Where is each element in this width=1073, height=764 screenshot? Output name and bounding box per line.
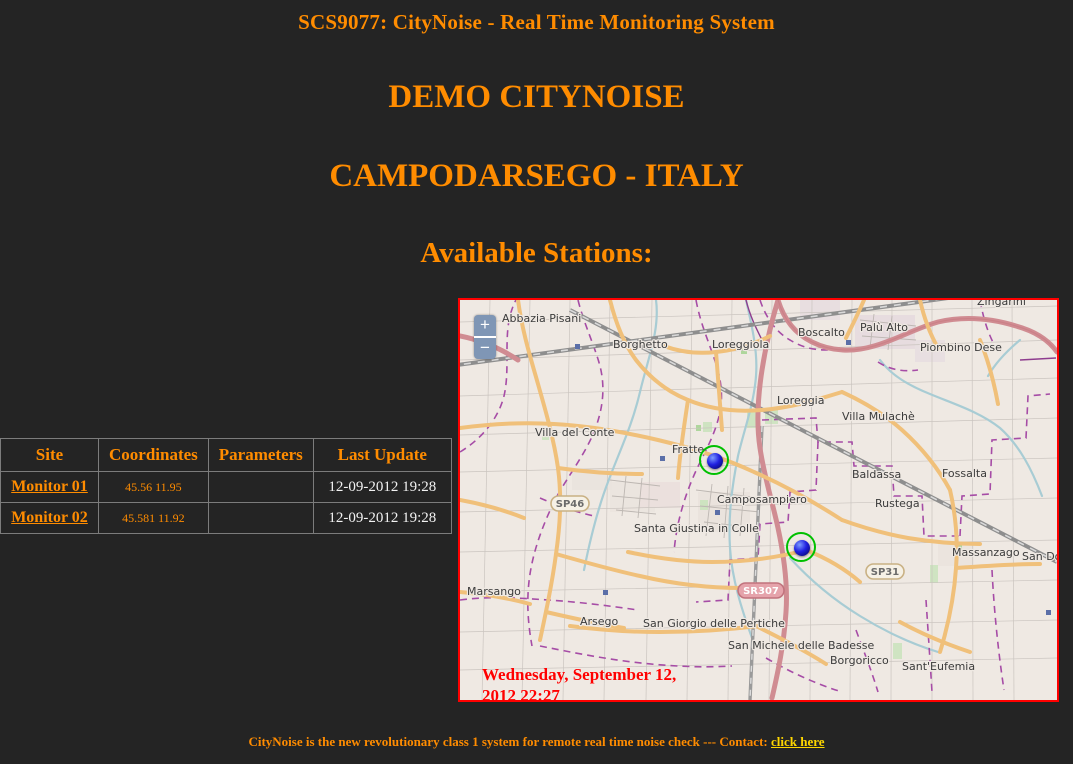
map-marker-monitor-02[interactable] [786, 532, 820, 566]
map-container[interactable]: Abbazia Pisani Borghetto Loreggiola Boscalt… [458, 298, 1059, 702]
map-date-overlay: Wednesday, September 12, 2012 22:27 [482, 665, 677, 702]
footer-text: CityNoise is the new revolutionary class… [248, 734, 768, 749]
station-link-monitor-01[interactable]: Monitor 01 [11, 478, 88, 495]
map-place-label: Zingarini [977, 300, 1026, 308]
map-road-shield-label: SR307 [743, 586, 779, 597]
table-row: Monitor 01 45.56 11.95 12-09-2012 19:28 [0, 471, 452, 503]
map-place-label: Piombino Dese [920, 341, 1002, 354]
map-road-shield: SP31 [865, 563, 905, 580]
map-place-label: Baldassa [852, 468, 901, 481]
map-road-shield: SR307 [737, 582, 785, 599]
map-place-label: Sant'Eufemia [902, 660, 975, 673]
map-road-shield: SP46 [550, 495, 590, 512]
last-update-cell: 12-09-2012 19:28 [312, 502, 452, 534]
map-road-shield-label: SP46 [556, 499, 584, 510]
heading-available-stations: Available Stations: [420, 237, 653, 269]
map-place-label: Loreggia [777, 394, 824, 407]
map-place-label: Villa del Conte [535, 426, 615, 439]
site-cell: Monitor 01 [0, 471, 99, 503]
map-place-label: Palù Alto [860, 321, 908, 334]
table-header-row: Site Coordinates Parameters Last Update [0, 438, 452, 472]
zoom-out-button[interactable]: − [474, 338, 496, 359]
column-header-last-update: Last Update [312, 438, 452, 472]
station-link-monitor-02[interactable]: Monitor 02 [11, 509, 88, 526]
map-place-label: Borgoricco [830, 654, 889, 667]
map-place-label: Massanzago [952, 546, 1020, 559]
map-place-label: Rustega [875, 497, 920, 510]
marker-pin-icon [707, 453, 723, 469]
map-zoom-control[interactable]: + − [474, 315, 496, 359]
footer: CityNoise is the new revolutionary class… [0, 734, 1073, 750]
last-update-cell: 12-09-2012 19:28 [312, 471, 452, 503]
stations-table: Site Coordinates Parameters Last Update … [0, 438, 452, 534]
heading-demo: DEMO CITYNOISE [388, 79, 685, 115]
map-place-label: San Dono [1022, 550, 1057, 563]
coordinates-cell: 45.56 11.95 [98, 471, 209, 503]
map-place-label: Santa Giustina in Colle [634, 522, 759, 535]
map-place-label: Boscalto [798, 326, 845, 339]
contact-link[interactable]: click here [771, 734, 825, 749]
map-place-label: Villa Mulachè [842, 410, 915, 423]
marker-pin-icon [794, 540, 810, 556]
map-marker-monitor-01[interactable] [699, 445, 733, 479]
map-place-label: Borghetto [613, 338, 668, 351]
coordinates-cell: 45.581 11.92 [98, 502, 209, 534]
site-cell: Monitor 02 [0, 502, 99, 534]
zoom-in-button[interactable]: + [474, 315, 496, 338]
map-place-label: San Michele delle Badesse [728, 639, 874, 652]
parameters-cell [207, 502, 314, 534]
map-place-label: Marsango [467, 585, 521, 598]
map-road-shield-label: SP31 [871, 567, 899, 578]
map-place-label: Fossalta [942, 467, 987, 480]
map-tiles[interactable]: Abbazia Pisani Borghetto Loreggiola Boscalt… [460, 300, 1057, 700]
heading-location: CAMPODARSEGO - ITALY [329, 158, 744, 194]
map-place-label: San Giorgio delle Pertiche [643, 617, 785, 630]
table-row: Monitor 02 45.581 11.92 12-09-2012 19:28 [0, 502, 452, 534]
column-header-site: Site [0, 438, 99, 472]
page-title: SCS9077: CityNoise - Real Time Monitorin… [298, 10, 775, 34]
map-place-label: Abbazia Pisani [502, 312, 581, 325]
parameters-cell [207, 471, 314, 503]
map-place-label: Camposampiero [717, 493, 807, 506]
column-header-coordinates: Coordinates [98, 438, 209, 472]
map-place-label: Arsego [580, 615, 619, 628]
map-place-label: Loreggiola [712, 338, 769, 351]
column-header-parameters: Parameters [207, 438, 314, 472]
